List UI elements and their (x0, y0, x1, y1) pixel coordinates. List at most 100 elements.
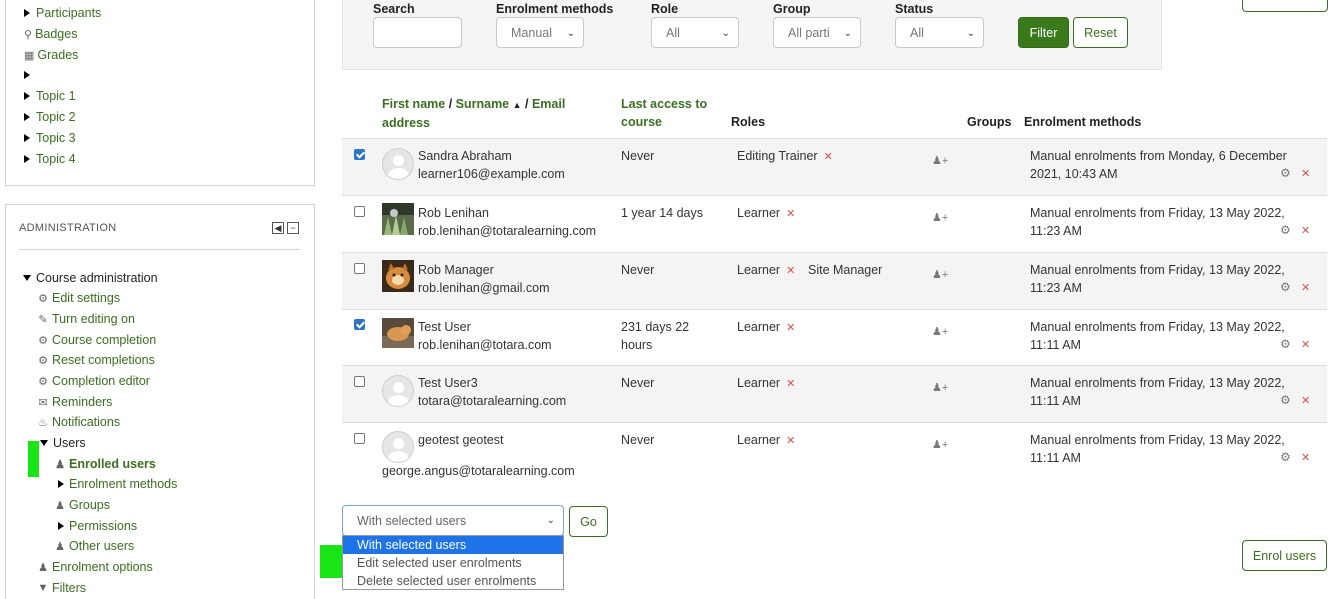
gear-icon[interactable]: ⚙ (1280, 223, 1291, 237)
unenrol-icon[interactable]: ✕ (1301, 281, 1310, 294)
remove-role-icon[interactable]: ✕ (786, 322, 795, 334)
row-checkbox[interactable] (354, 376, 365, 387)
remove-role-icon[interactable]: ✕ (786, 265, 795, 277)
nav-item-topic-4[interactable]: Topic 4 (24, 150, 76, 168)
gear-icon[interactable]: ⚙ (1280, 337, 1291, 351)
other-users-link[interactable]: ♟ Other users (53, 537, 134, 555)
unenrol-icon[interactable]: ✕ (1301, 451, 1310, 464)
unenrol-icon[interactable]: ✕ (1301, 224, 1310, 237)
user-name[interactable]: Rob Lenihan (418, 204, 489, 222)
last-access: Never (621, 149, 655, 163)
nav-item-topic-2[interactable]: Topic 2 (24, 108, 76, 126)
user-name[interactable]: Sandra Abraham (418, 147, 512, 165)
gear-icon[interactable]: ⚙ (1280, 393, 1291, 407)
groups-link[interactable]: ♟ Groups (53, 496, 110, 514)
go-button[interactable]: Go (569, 506, 608, 537)
user-name[interactable]: Test User3 (418, 374, 478, 392)
gear-icon[interactable]: ⚙ (1280, 450, 1291, 464)
chevron-down-icon: ⌄ (966, 28, 975, 39)
gear-icon: ⚙ (38, 354, 48, 367)
nav-item-topic-3[interactable]: Topic 3 (24, 129, 76, 147)
sort-first-name-link[interactable]: First name (382, 97, 445, 111)
group-select[interactable]: All parti ⌄ (773, 17, 861, 48)
bulk-action-select[interactable]: With selected users ⌄ (342, 505, 564, 536)
enrolled-users-link[interactable]: ♟ Enrolled users (53, 455, 156, 473)
chevron-down-icon: ⌄ (721, 28, 730, 39)
user-plus-icon: ♟ (38, 561, 48, 574)
permissions-toggle[interactable]: Permissions (58, 517, 137, 535)
user-name[interactable]: Test User (418, 318, 471, 336)
dropdown-option[interactable]: Delete selected user enrolments (343, 572, 563, 590)
triangle-right-icon (24, 9, 30, 17)
remove-role-icon[interactable]: ✕ (786, 435, 795, 447)
row-checkbox[interactable] (354, 319, 365, 330)
row-checkbox[interactable] (354, 206, 365, 217)
nav-item-badges[interactable]: ⚲ Badges (24, 25, 77, 43)
enrolment-methods-label: Enrolment methods (496, 2, 614, 16)
unenrol-icon[interactable]: ✕ (1301, 394, 1310, 407)
role-label: Learner ✕ (737, 206, 796, 220)
enrolment-methods-toggle[interactable]: Enrolment methods (58, 475, 177, 493)
user-email: rob.lenihan@gmail.com (418, 281, 550, 295)
enrol-users-button[interactable]: Enrol users (1242, 540, 1327, 571)
unenrol-icon[interactable]: ✕ (1301, 167, 1310, 180)
assign-role-icon[interactable]: ♟+ (932, 438, 948, 451)
role-label: Learner ✕ (737, 263, 796, 277)
users-toggle[interactable]: Users (40, 434, 86, 452)
user-name[interactable]: Rob Manager (418, 261, 494, 279)
search-input[interactable] (373, 17, 462, 48)
filter-button[interactable]: Filter (1018, 17, 1069, 48)
edit-settings-link[interactable]: ⚙ Edit settings (36, 289, 120, 307)
nav-item-section[interactable] (24, 66, 36, 84)
nav-item-topic-1[interactable]: Topic 1 (24, 87, 76, 105)
gear-icon[interactable]: ⚙ (1280, 280, 1291, 294)
role-select[interactable]: All ⌄ (651, 17, 739, 48)
course-administration-toggle[interactable]: Course administration (23, 269, 158, 287)
row-checkbox[interactable] (354, 263, 365, 274)
triangle-right-icon (24, 134, 30, 142)
enrolment-methods-select[interactable]: Manual ⌄ (496, 17, 584, 48)
nav-item-grades[interactable]: ▦ Grades (24, 46, 78, 64)
table-row: geotest geotest george.angus@totaralearn… (342, 423, 1327, 488)
reset-completions-link[interactable]: ⚙ Reset completions (36, 351, 155, 369)
turn-editing-on-link[interactable]: ✎ Turn editing on (36, 310, 135, 328)
assign-role-icon[interactable]: ♟+ (932, 381, 948, 394)
collapse-block-icon[interactable]: − (287, 222, 299, 234)
remove-role-icon[interactable]: ✕ (786, 208, 795, 220)
row-checkbox[interactable] (354, 149, 365, 160)
dock-block-icon[interactable]: ◀ (272, 222, 284, 234)
name-email-header: First name / Surname ▲ / Email address (382, 97, 566, 130)
sort-email-link[interactable]: Email (532, 97, 565, 111)
notifications-link[interactable]: ♨ Notifications (36, 413, 120, 431)
course-completion-link[interactable]: ⚙ Course completion (36, 331, 156, 349)
enrolment-options-link[interactable]: ♟ Enrolment options (36, 558, 153, 576)
top-right-button[interactable] (1242, 0, 1328, 12)
last-access-header[interactable]: Last access to course (621, 95, 707, 131)
assign-role-icon[interactable]: ♟+ (932, 211, 948, 224)
assign-role-icon[interactable]: ♟+ (932, 325, 948, 338)
role-label: Learner ✕ (737, 433, 796, 447)
sort-email-link-2[interactable]: address (382, 116, 430, 130)
sort-surname-link[interactable]: Surname (456, 97, 510, 111)
nav-item-participants[interactable]: Participants (24, 4, 101, 22)
remove-role-icon[interactable]: ✕ (824, 151, 833, 163)
user-name[interactable]: geotest geotest (418, 431, 503, 449)
unenrol-icon[interactable]: ✕ (1301, 338, 1310, 351)
reset-button[interactable]: Reset (1073, 17, 1128, 48)
gear-icon[interactable]: ⚙ (1280, 166, 1291, 180)
remove-role-icon[interactable]: ✕ (786, 378, 795, 390)
enrolment-info: Manual enrolments from Friday, 13 May 20… (1030, 320, 1285, 352)
avatar (382, 375, 414, 407)
assign-role-icon[interactable]: ♟+ (932, 154, 948, 167)
triangle-down-icon (23, 275, 31, 281)
reminders-link[interactable]: ✉ Reminders (36, 393, 112, 411)
filters-link[interactable]: ▼ Filters (36, 579, 86, 597)
completion-editor-link[interactable]: ⚙ Completion editor (36, 372, 150, 390)
status-select[interactable]: All ⌄ (895, 17, 984, 48)
chevron-down-icon: ⌄ (546, 515, 555, 526)
dropdown-option[interactable]: With selected users (343, 536, 563, 554)
enrolment-info: Manual enrolments from Friday, 13 May 20… (1030, 263, 1285, 295)
row-checkbox[interactable] (354, 433, 365, 444)
assign-role-icon[interactable]: ♟+ (932, 268, 948, 281)
dropdown-option[interactable]: Edit selected user enrolments (343, 554, 563, 572)
